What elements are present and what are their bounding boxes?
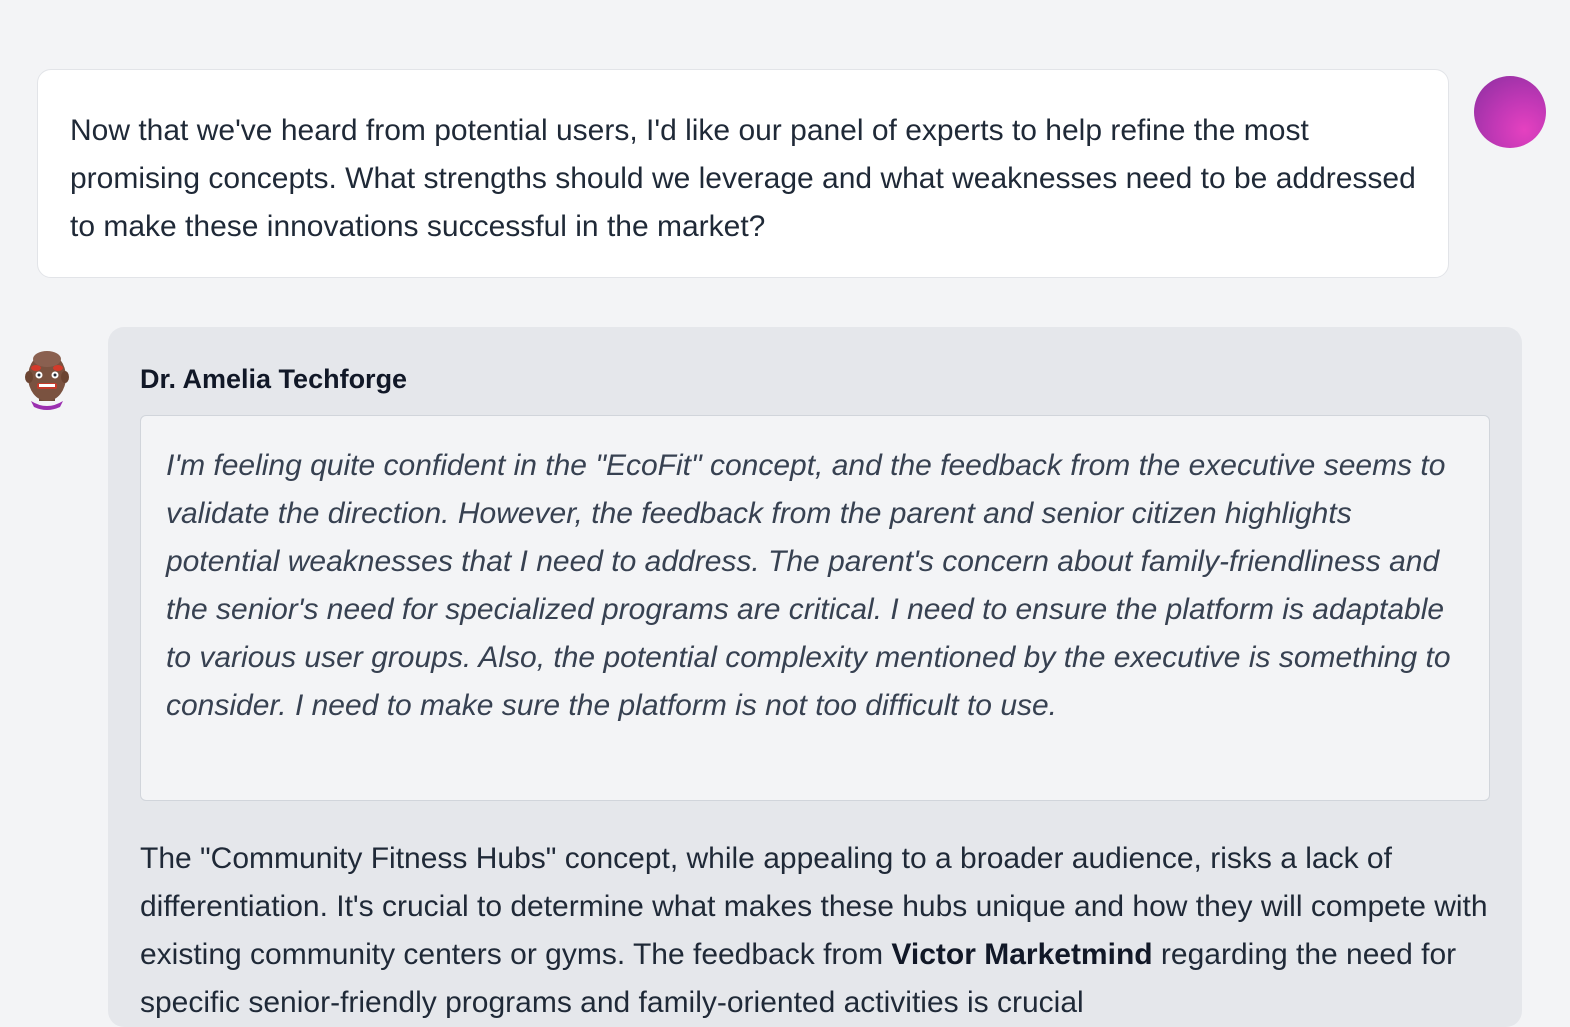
thought-blockquote: I'm feeling quite confident in the "EcoF… [140, 415, 1490, 801]
user-message-bubble: Now that we've heard from potential user… [37, 69, 1449, 278]
bald-character-avatar-icon[interactable] [22, 347, 72, 411]
user-avatar[interactable] [1474, 76, 1546, 148]
mentioned-expert-name: Victor Marketmind [891, 938, 1153, 971]
user-message-text: Now that we've heard from potential user… [70, 114, 1416, 243]
assistant-response-text: The "Community Fitness Hubs" concept, wh… [140, 835, 1490, 1027]
speaker-name: Dr. Amelia Techforge [140, 364, 408, 394]
thought-text: I'm feeling quite confident in the "EcoF… [166, 449, 1451, 722]
assistant-message-card: Dr. Amelia Techforge I'm feeling quite c… [108, 327, 1522, 1027]
